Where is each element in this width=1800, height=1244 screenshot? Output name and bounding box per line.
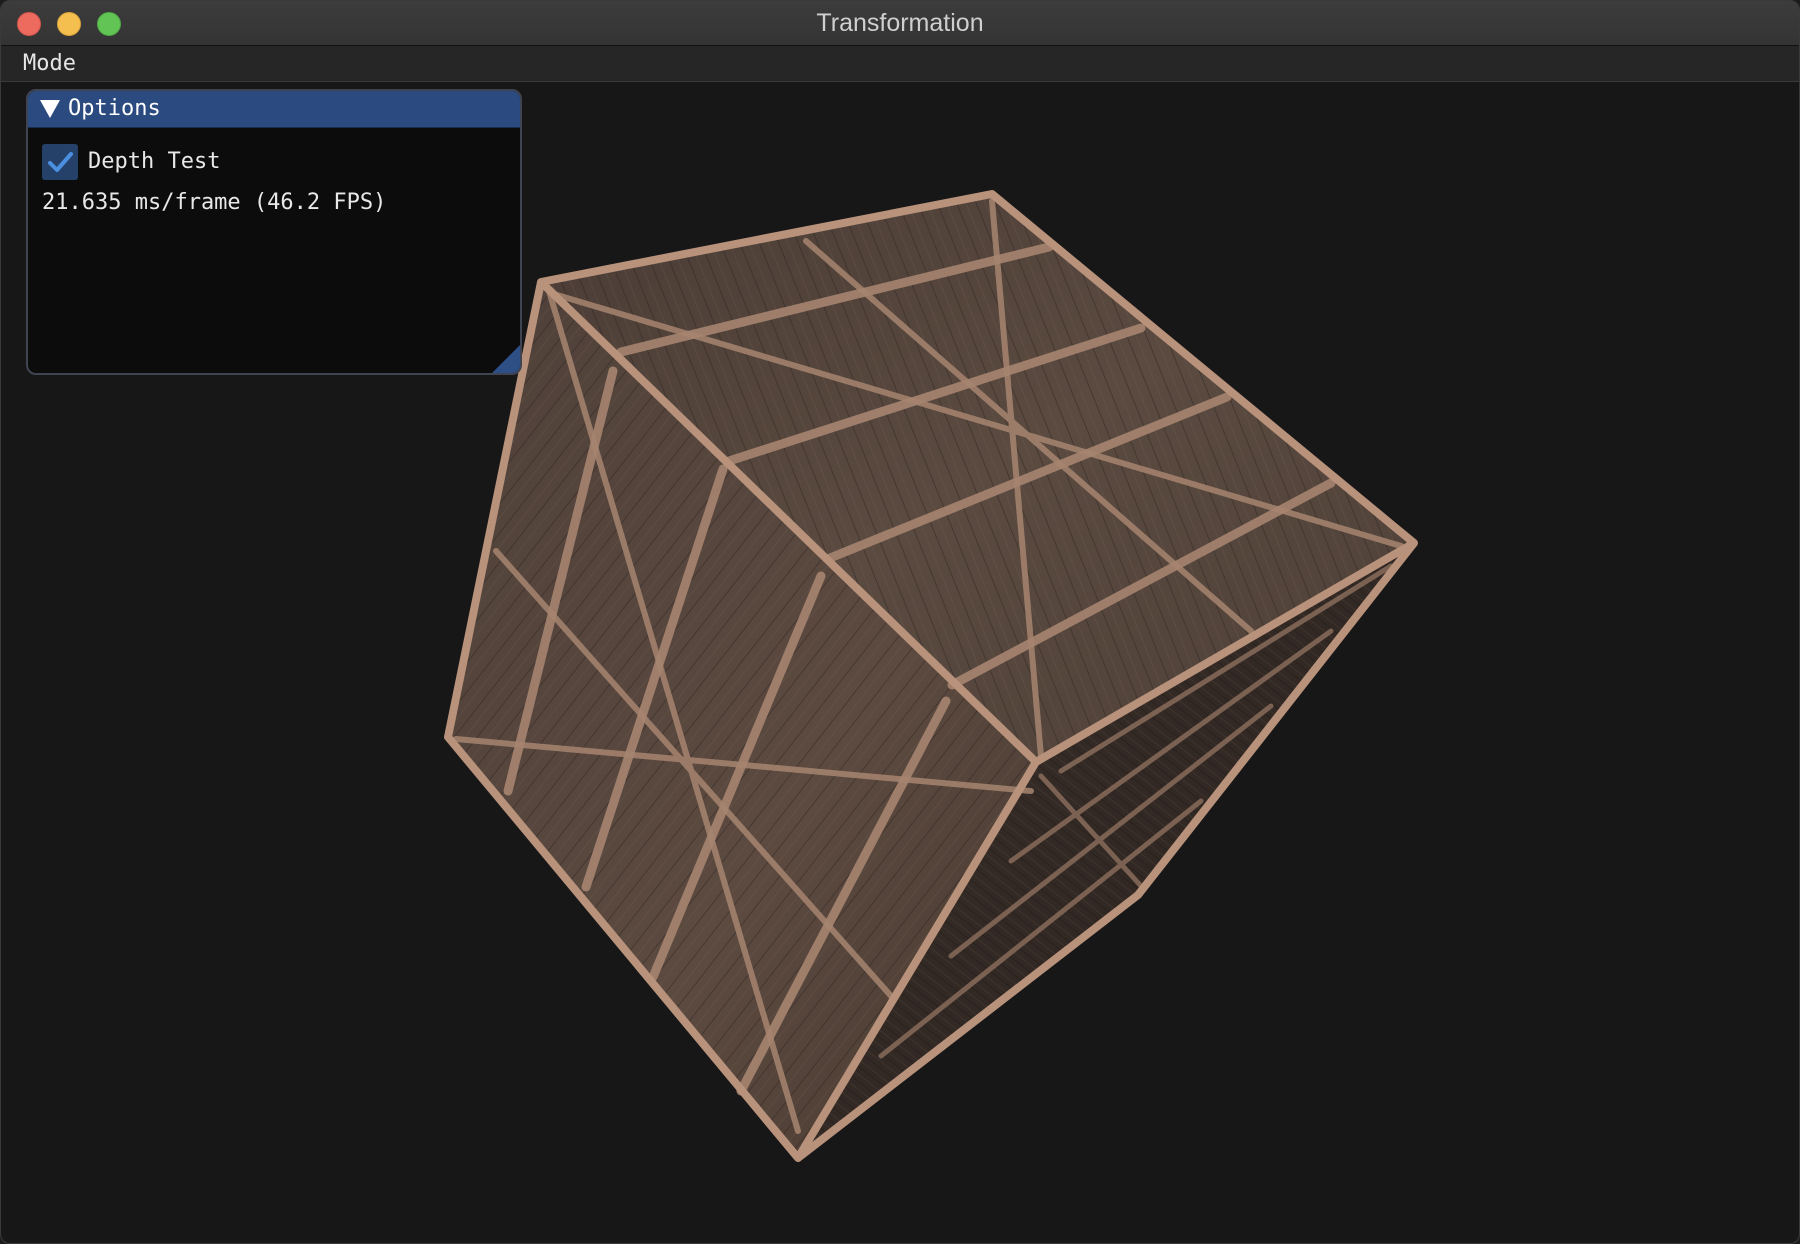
- depth-test-label[interactable]: Depth Test: [88, 144, 220, 180]
- menu-bar: Mode: [1, 46, 1799, 82]
- app-window: Transformation Mode Options Depth Test 2…: [0, 0, 1800, 1244]
- checkmark-icon: [48, 152, 73, 172]
- panel-resize-grip[interactable]: [492, 345, 520, 373]
- options-panel: Options Depth Test 21.635 ms/frame (46.2…: [26, 89, 522, 375]
- title-bar[interactable]: Transformation: [1, 1, 1799, 46]
- frame-stats-text: 21.635 ms/frame (46.2 FPS): [42, 190, 387, 215]
- window-title: Transformation: [816, 9, 984, 37]
- triangle-down-icon[interactable]: [40, 100, 60, 118]
- menu-mode[interactable]: Mode: [13, 46, 86, 81]
- options-panel-header[interactable]: Options: [28, 91, 520, 128]
- depth-test-checkbox[interactable]: [42, 144, 78, 180]
- options-panel-title: Options: [68, 96, 161, 121]
